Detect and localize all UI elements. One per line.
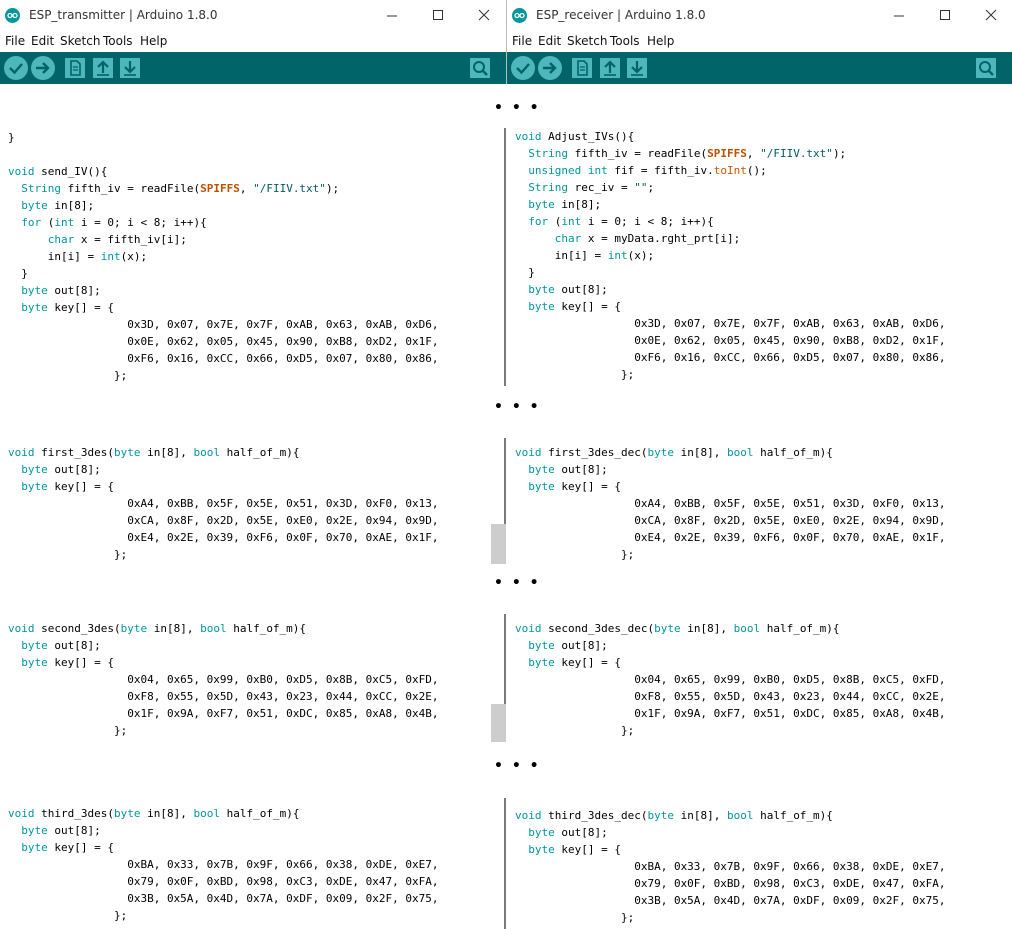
window-title: ESP_receiver | Arduino 1.8.0 [536,8,706,22]
maximize-icon[interactable] [426,4,450,26]
menu-edit[interactable]: Edit [31,34,54,48]
menu-tools[interactable]: Tools [610,34,640,48]
arduino-logo-icon [5,8,20,23]
editor-scrollbar[interactable] [491,614,506,742]
window-title: ESP_transmitter | Arduino 1.8.0 [29,8,218,22]
toolbar [507,52,1012,84]
editor-scrollbar[interactable] [491,438,506,564]
transmitter-code-block[interactable]: void second_3des(byte in[8], bool half_o… [8,620,438,739]
menu-bar: File Edit Sketch Tools Help [507,32,1012,53]
receiver-window-header: ESP_receiver | Arduino 1.8.0 File Edit S… [507,0,1012,84]
menu-sketch[interactable]: Sketch [567,34,607,48]
ellipsis-marker: • • • [494,399,541,415]
menu-edit[interactable]: Edit [538,34,561,48]
save-icon[interactable] [625,56,649,80]
toolbar [0,52,506,84]
menu-file[interactable]: File [512,34,532,48]
upload-icon[interactable] [31,56,55,80]
editor-scrollbar[interactable] [491,128,506,386]
menu-help[interactable]: Help [140,34,167,48]
transmitter-code-block[interactable]: } void send_IV(){ String fifth_iv = read… [8,129,438,384]
transmitter-code-block[interactable]: void first_3des(byte in[8], bool half_of… [8,444,438,563]
menu-help[interactable]: Help [647,34,674,48]
upload-icon[interactable] [538,56,562,80]
minimize-icon[interactable] [887,4,911,26]
transmitter-code-block[interactable]: void third_3des(byte in[8], bool half_of… [8,805,438,924]
receiver-code-block[interactable]: void second_3des_dec(byte in[8], bool ha… [515,620,945,739]
ellipsis-marker: • • • [494,758,541,774]
verify-icon[interactable] [511,56,535,80]
menu-bar: File Edit Sketch Tools Help [0,32,506,53]
new-icon[interactable] [63,56,87,80]
transmitter-window-header: ESP_transmitter | Arduino 1.8.0 File Edi… [0,0,506,84]
ellipsis-marker: • • • [494,575,541,591]
scrollbar-thumb[interactable] [491,524,506,564]
open-icon[interactable] [598,56,622,80]
save-icon[interactable] [118,56,142,80]
ellipsis-marker: • • • [494,100,541,116]
serial-monitor-icon[interactable] [974,56,998,80]
receiver-code-block[interactable]: void third_3des_dec(byte in[8], bool hal… [515,807,945,926]
maximize-icon[interactable] [933,4,957,26]
menu-file[interactable]: File [5,34,25,48]
menu-tools[interactable]: Tools [103,34,133,48]
editor-scrollbar[interactable] [491,798,506,929]
close-icon[interactable] [979,4,1003,26]
title-bar[interactable]: ESP_receiver | Arduino 1.8.0 [507,0,1012,32]
serial-monitor-icon[interactable] [468,56,492,80]
verify-icon[interactable] [4,56,28,80]
receiver-code-block[interactable]: void first_3des_dec(byte in[8], bool hal… [515,444,945,563]
open-icon[interactable] [91,56,115,80]
menu-sketch[interactable]: Sketch [60,34,100,48]
minimize-icon[interactable] [380,4,404,26]
receiver-code-block[interactable]: void Adjust_IVs(){ String fifth_iv = rea… [515,128,945,383]
new-icon[interactable] [570,56,594,80]
arduino-logo-icon [512,8,527,23]
close-icon[interactable] [472,4,496,26]
scrollbar-thumb[interactable] [491,704,506,742]
title-bar[interactable]: ESP_transmitter | Arduino 1.8.0 [0,0,506,32]
